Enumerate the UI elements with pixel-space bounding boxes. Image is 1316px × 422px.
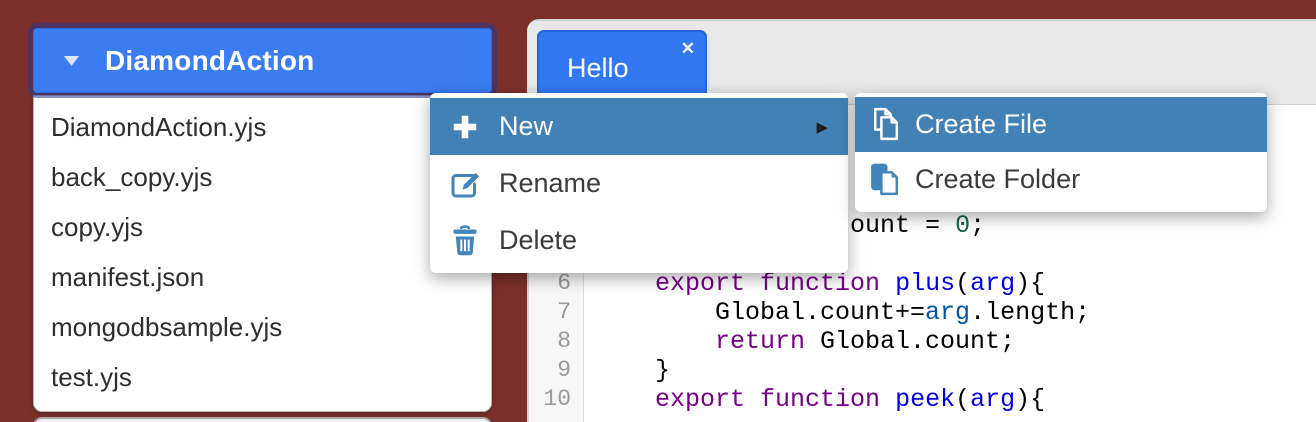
menu-item-label: Rename	[499, 168, 601, 199]
file-list: DiamondAction.yjsback_copy.yjscopy.yjsma…	[33, 95, 492, 412]
line-number: 9	[511, 356, 571, 385]
file-item[interactable]: copy.yjs	[34, 202, 491, 252]
folder-title: DiamondAction	[105, 45, 314, 77]
menu-item-label: Create File	[915, 109, 1047, 140]
file-item[interactable]: back_copy.yjs	[34, 152, 491, 202]
copy-file-icon	[865, 106, 905, 143]
code-line: Global.count+=arg.length;	[585, 298, 1090, 327]
menu-item-create-file[interactable]: Create File	[855, 97, 1267, 152]
line-number: 10	[511, 385, 571, 414]
code-line: export function plus(arg){	[585, 269, 1045, 298]
menu-item-label: Delete	[499, 225, 577, 256]
line-number: 8	[511, 327, 571, 356]
new-submenu: Create File Create Folder	[855, 93, 1267, 212]
menu-item-label: Create Folder	[915, 164, 1080, 195]
line-number: 7	[511, 298, 571, 327]
file-item[interactable]: manifest.json	[34, 252, 491, 302]
caret-down-icon	[64, 56, 79, 66]
context-menu: New ▶ Rename	[430, 93, 848, 273]
menu-item-delete[interactable]: Delete	[430, 212, 848, 269]
code-line: return Global.count;	[585, 327, 1015, 356]
menu-item-label: New	[499, 111, 553, 142]
collapsed-panel-edge[interactable]	[33, 417, 492, 422]
file-item[interactable]: DiamondAction.yjs	[34, 102, 491, 152]
edit-icon	[447, 167, 483, 200]
submenu-arrow-icon: ▶	[816, 118, 828, 136]
trash-icon	[447, 225, 483, 257]
line-number: 6	[511, 269, 571, 298]
menu-item-new[interactable]: New ▶	[430, 98, 848, 155]
file-item[interactable]: mongodbsample.yjs	[34, 302, 491, 352]
menu-item-rename[interactable]: Rename	[430, 155, 848, 212]
menu-item-create-folder[interactable]: Create Folder	[855, 152, 1267, 207]
tab-label: Hello	[567, 53, 629, 84]
code-line: export function peek(arg){	[585, 385, 1045, 414]
folder-header-diamondaction[interactable]: DiamondAction	[33, 28, 492, 93]
close-icon[interactable]: ✕	[681, 39, 695, 59]
code-line: }	[585, 356, 670, 385]
paste-file-icon	[865, 161, 905, 198]
plus-icon	[447, 112, 483, 142]
app-screen: Hello ✕ 12345678910 Global.count = 0;exp…	[0, 0, 1316, 422]
file-item[interactable]: test.yjs	[34, 352, 491, 402]
